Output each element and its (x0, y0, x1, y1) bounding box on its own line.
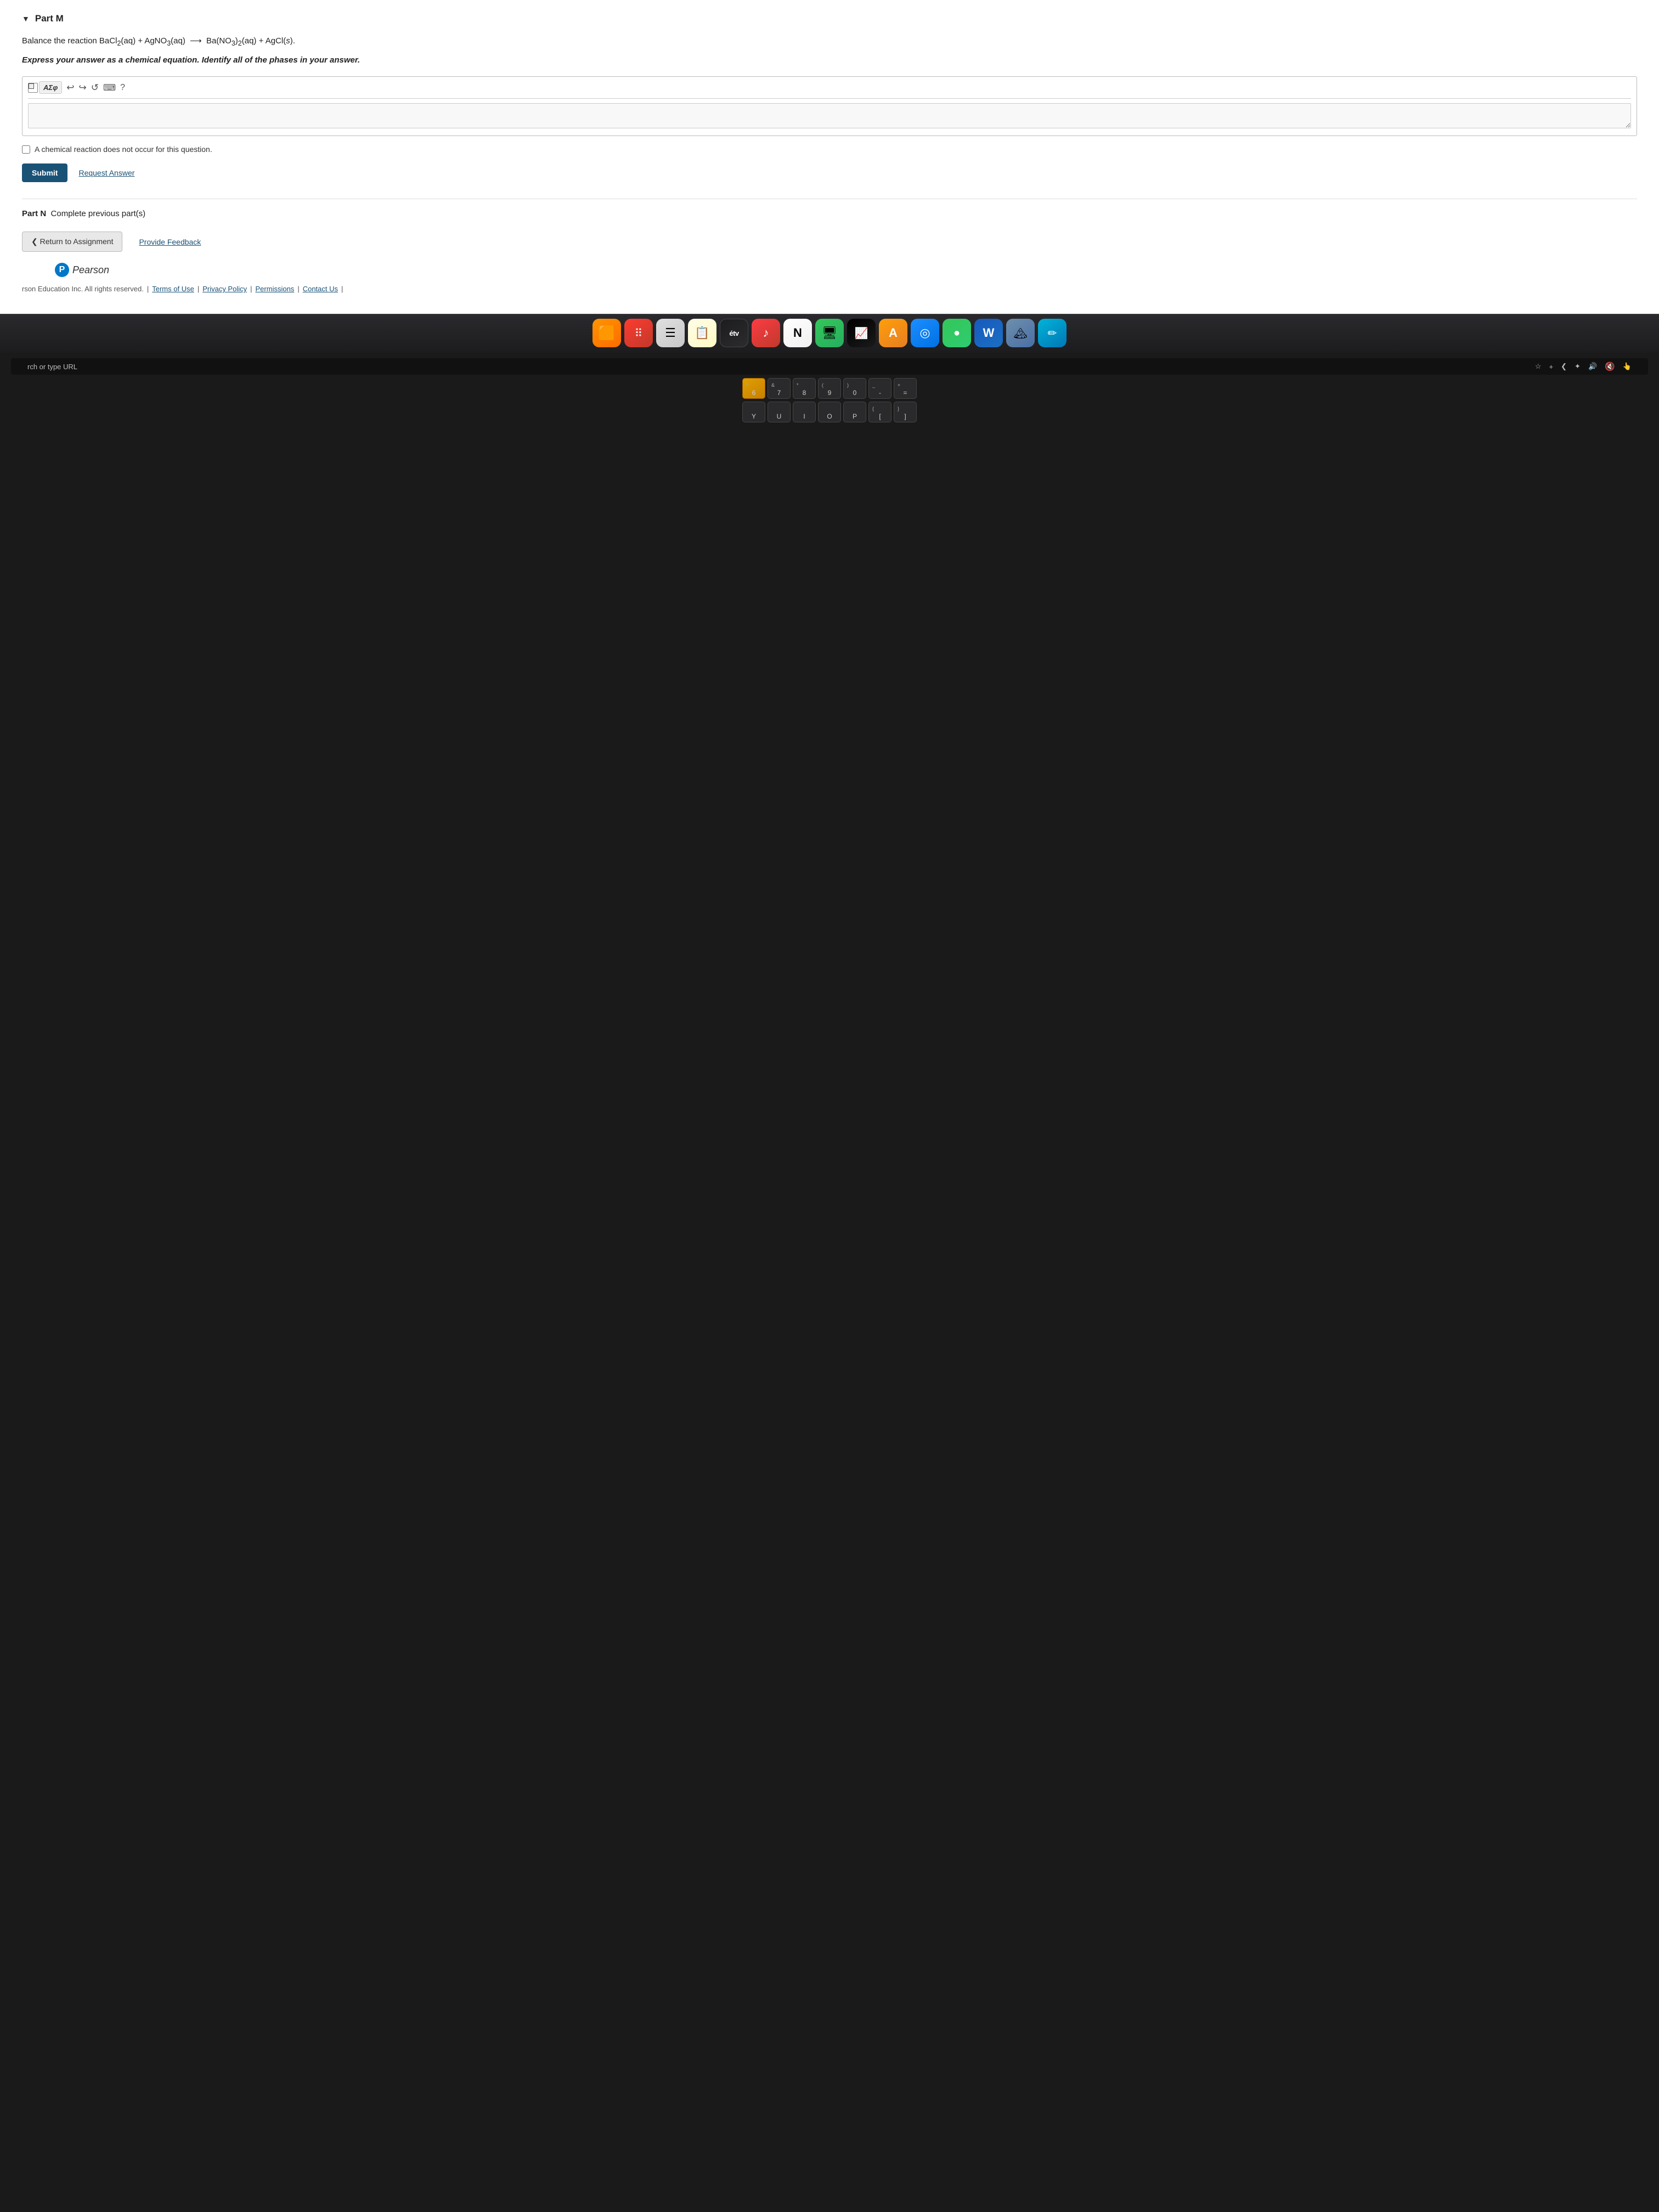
dock-item-scenery[interactable]: 🏔 (1006, 319, 1035, 347)
pearson-circle-icon: P (55, 263, 69, 277)
touch-bar-mute[interactable]: 🔇 (1605, 362, 1615, 371)
dock-item-notes[interactable]: 📋 (688, 319, 716, 347)
footer-copyright: rson Education Inc. All rights reserved. (22, 285, 144, 293)
dock-item-word[interactable]: W (974, 319, 1003, 347)
macos-dock: 🟧 ⠿ ☰ 📋 étv ♪ N 🖥 📈 A ◎ ● W (0, 314, 1659, 353)
touch-bar-siri[interactable]: 👆 (1623, 362, 1632, 371)
number-key-row: ^ 6 & 7 * 8 ( 9 ) 0 _ - (742, 378, 917, 399)
key-p[interactable]: P (843, 402, 866, 422)
key-9[interactable]: ( 9 (818, 378, 841, 399)
provide-feedback-button[interactable]: Provide Feedback (139, 238, 201, 246)
dock-item-facetime[interactable]: ● (943, 319, 971, 347)
touch-bar-back[interactable]: ❮ (1561, 362, 1567, 371)
dock-item-reminders[interactable]: A (879, 319, 907, 347)
dock-item-list[interactable]: ☰ (656, 319, 685, 347)
dock-item-safari[interactable]: ◎ (911, 319, 939, 347)
privacy-policy-link[interactable]: Privacy Policy (202, 285, 247, 293)
touch-bar-star[interactable]: ☆ (1535, 362, 1542, 371)
dock-item-tv[interactable]: étv (720, 319, 748, 347)
touch-bar-left: rch or type URL (27, 363, 77, 371)
request-answer-button[interactable]: Request Answer (78, 168, 134, 177)
key-bracket-right[interactable]: } ] (894, 402, 917, 422)
answer-toolbar: AΣφ ↩ ↪ ↺ ⌨ ? (28, 81, 1631, 99)
math-toolbar-btn[interactable]: AΣφ (39, 81, 62, 94)
dock-item-music[interactable]: ♪ (752, 319, 780, 347)
part-m-title: Part M (35, 13, 64, 24)
key-7[interactable]: & 7 (768, 378, 791, 399)
redo-icon[interactable]: ↪ (78, 82, 86, 93)
letter-key-row: Y U I O P { [ } ] (742, 402, 917, 422)
keyboard: ^ 6 & 7 * 8 ( 9 ) 0 _ - (11, 378, 1648, 422)
touch-bar-right: ☆ + ❮ ✦ 🔊 🔇 👆 (1535, 362, 1632, 371)
part-n-header: Part N Complete previous part(s) (22, 209, 1637, 218)
answer-input[interactable] (28, 103, 1631, 128)
pearson-name: Pearson (72, 264, 109, 276)
dock-item-redapp[interactable]: ⠿ (624, 319, 653, 347)
dock-item-news[interactable]: N (783, 319, 812, 347)
navigation-row: ❮ Return to Assignment Provide Feedback (22, 232, 1637, 252)
dock-item-monitor[interactable]: 🖥 (815, 319, 844, 347)
touch-bar-plus[interactable]: + (1549, 363, 1554, 371)
touch-bar-volume-up[interactable]: 🔊 (1588, 362, 1597, 371)
no-reaction-label: A chemical reaction does not occur for t… (35, 145, 212, 154)
permissions-link[interactable]: Permissions (256, 285, 295, 293)
dock-item-draw[interactable]: ✏ (1038, 319, 1066, 347)
keyboard-icon[interactable]: ⌨ (103, 82, 116, 93)
no-reaction-checkbox[interactable] (22, 145, 30, 154)
contact-us-link[interactable]: Contact Us (303, 285, 338, 293)
key-8[interactable]: * 8 (793, 378, 816, 399)
key-o[interactable]: O (818, 402, 841, 422)
pearson-logo: P Pearson (55, 263, 1637, 277)
keyboard-area: rch or type URL ☆ + ❮ ✦ 🔊 🔇 👆 ^ 6 & 7 * (0, 353, 1659, 2212)
key-equals[interactable]: + = (894, 378, 917, 399)
reload-icon[interactable]: ↺ (91, 82, 99, 93)
part-m-header: ▼ Part M (22, 13, 1637, 24)
key-minus[interactable]: _ - (868, 378, 891, 399)
undo-icon[interactable]: ↩ (66, 82, 74, 93)
collapse-arrow[interactable]: ▼ (22, 14, 30, 23)
answer-box: AΣφ ↩ ↪ ↺ ⌨ ? (22, 76, 1637, 136)
dock-item-stocks[interactable]: 📈 (847, 319, 876, 347)
insert-icon[interactable] (28, 83, 38, 93)
key-u[interactable]: U (768, 402, 791, 422)
terms-of-use-link[interactable]: Terms of Use (152, 285, 194, 293)
help-icon[interactable]: ? (120, 83, 125, 93)
key-0[interactable]: ) 0 (843, 378, 866, 399)
key-bracket-left[interactable]: { [ (868, 402, 891, 422)
touch-bar: rch or type URL ☆ + ❮ ✦ 🔊 🔇 👆 (11, 358, 1648, 375)
submit-button[interactable]: Submit (22, 163, 67, 182)
action-buttons: Submit Request Answer (22, 163, 1637, 182)
key-i[interactable]: I (793, 402, 816, 422)
no-reaction-checkbox-row: A chemical reaction does not occur for t… (22, 145, 1637, 154)
touch-bar-settings[interactable]: ✦ (1575, 362, 1581, 371)
dock-item-orange[interactable]: 🟧 (592, 319, 621, 347)
main-content: ▼ Part M Balance the reaction BaCl2(aq) … (0, 0, 1659, 314)
question-instruction: Express your answer as a chemical equati… (22, 54, 1637, 67)
key-y[interactable]: Y (742, 402, 765, 422)
footer-links: rson Education Inc. All rights reserved.… (22, 285, 1637, 293)
touch-bar-url: rch or type URL (27, 363, 77, 371)
return-to-assignment-button[interactable]: ❮ Return to Assignment (22, 232, 122, 252)
key-6[interactable]: ^ 6 (742, 378, 765, 399)
question-line1: Balance the reaction BaCl2(aq) + AgNO3(a… (22, 35, 1637, 49)
